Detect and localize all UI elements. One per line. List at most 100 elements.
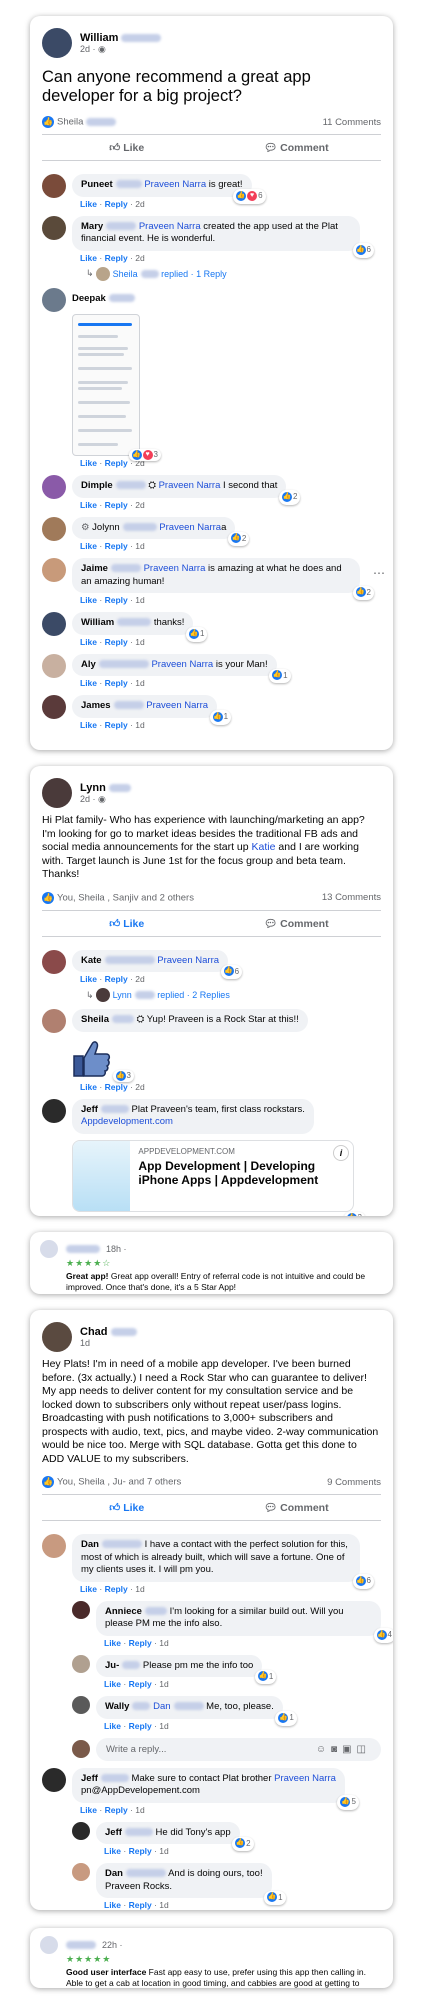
reaction-count[interactable]: 👍 4 xyxy=(373,1628,393,1643)
comment-like-link[interactable]: Like xyxy=(104,1638,121,1648)
comment-reply-link[interactable]: Reply xyxy=(105,974,128,984)
info-icon[interactable]: i xyxy=(333,1144,349,1161)
reaction-count[interactable]: 👍 ♥ 6 xyxy=(233,189,266,204)
reaction-count[interactable]: 👍 1 xyxy=(264,1890,286,1905)
avatar[interactable] xyxy=(42,28,72,58)
avatar[interactable] xyxy=(72,1821,90,1840)
comment-reply-link[interactable]: Reply xyxy=(105,1805,128,1815)
avatar[interactable] xyxy=(42,1098,66,1123)
like-button[interactable]: 👍︎ Like xyxy=(42,1495,212,1520)
comment-like-link[interactable]: Like xyxy=(80,458,97,468)
comment-reply-link[interactable]: Reply xyxy=(105,595,128,605)
comment-like-link[interactable]: Like xyxy=(80,253,97,263)
avatar[interactable] xyxy=(42,653,66,678)
comment-like-link[interactable]: Like xyxy=(80,720,97,730)
comment-like-link[interactable]: Like xyxy=(80,637,97,647)
reaction-count[interactable]: 👍 1 xyxy=(254,1669,277,1684)
reaction-summary[interactable]: 👍 You, Sheila , Sanjiv and 2 others xyxy=(42,891,194,904)
reaction-count[interactable]: 👍2 xyxy=(343,1211,365,1216)
reaction-count[interactable]: 👍2 xyxy=(278,490,301,505)
avatar[interactable] xyxy=(72,1863,90,1881)
reaction-count[interactable]: 👍 3 xyxy=(112,1069,134,1082)
link-text[interactable]: Appdevelopment.com xyxy=(81,1116,173,1127)
comment-button[interactable]: 💬︎ Comment xyxy=(212,1495,382,1520)
reaction-count[interactable]: 👍 1 xyxy=(269,668,291,683)
avatar[interactable] xyxy=(42,949,66,974)
comment-reply-link[interactable]: Reply xyxy=(129,1679,152,1689)
avatar[interactable] xyxy=(72,1696,90,1714)
comment-reply-link[interactable]: Reply xyxy=(129,1638,152,1648)
like-button[interactable]: 👍︎ Like xyxy=(42,135,212,160)
reply-input[interactable]: Write a reply... ☺◙▣◫ xyxy=(96,1737,381,1761)
post-author[interactable]: Lynn xyxy=(80,782,131,794)
avatar[interactable] xyxy=(42,215,66,240)
reaction-count[interactable]: 👍 1 xyxy=(186,627,208,642)
reaction-count[interactable]: 👍 6 xyxy=(352,243,374,258)
post-author[interactable]: William xyxy=(80,32,162,44)
reaction-count[interactable]: 👍 6 xyxy=(352,1574,374,1589)
post-author[interactable]: Chad xyxy=(80,1326,137,1338)
comment-button[interactable]: 💬︎ Comment xyxy=(212,135,382,160)
gif-icon[interactable]: ▣ xyxy=(342,1744,356,1755)
avatar[interactable] xyxy=(42,1534,66,1558)
avatar[interactable] xyxy=(42,1322,72,1352)
reaction-count[interactable]: 👍 6 xyxy=(220,964,243,979)
comment-reply-link[interactable]: Reply xyxy=(105,199,128,209)
comment-reply-link[interactable]: Reply xyxy=(129,1721,152,1731)
comment-like-link[interactable]: Like xyxy=(80,1805,97,1815)
reaction-count[interactable]: 👍 5 xyxy=(337,1795,359,1810)
comment-reply-link[interactable]: Reply xyxy=(105,541,128,551)
reaction-count[interactable]: 👍2 xyxy=(232,1836,254,1851)
comment-reply-link[interactable]: Reply xyxy=(129,1846,152,1856)
comment-reply-link[interactable]: Reply xyxy=(105,1214,128,1217)
avatar[interactable] xyxy=(42,558,66,582)
avatar[interactable] xyxy=(42,287,66,312)
avatar[interactable] xyxy=(42,778,72,808)
reaction-summary[interactable]: 👍 You, Sheila , Ju- and 7 others xyxy=(42,1476,181,1488)
comment-like-link[interactable]: Like xyxy=(104,1846,121,1856)
reaction-count[interactable]: 👍2 xyxy=(227,531,250,546)
comment-like-link[interactable]: Like xyxy=(80,500,97,510)
avatar[interactable] xyxy=(42,174,66,198)
reaction-count[interactable]: 👍2 xyxy=(352,585,374,600)
avatar[interactable] xyxy=(72,1654,90,1673)
comment-reply-link[interactable]: Reply xyxy=(105,1082,128,1092)
comment-like-link[interactable]: Like xyxy=(80,678,97,688)
view-replies-link[interactable]: ↳ Sheila replied · 1 Reply xyxy=(86,266,381,281)
comment-reply-link[interactable]: Reply xyxy=(105,458,128,468)
avatar[interactable] xyxy=(42,475,66,499)
screenshot-image[interactable]: 👍 ♥ 3 xyxy=(72,314,161,461)
comment-reply-link[interactable]: Reply xyxy=(105,500,128,510)
comment-like-link[interactable]: Like xyxy=(80,1214,97,1217)
sticker-icon[interactable]: ◫ xyxy=(357,1744,371,1755)
avatar[interactable] xyxy=(42,1009,66,1033)
comment-reply-link[interactable]: Reply xyxy=(105,1584,128,1594)
avatar[interactable] xyxy=(42,695,66,719)
reaction-count[interactable]: 👍 1 xyxy=(209,710,232,725)
emoji-icon[interactable]: ☺ xyxy=(316,1744,331,1755)
avatar[interactable] xyxy=(42,516,66,541)
comment-like-link[interactable]: Like xyxy=(80,974,97,984)
comment-reply-link[interactable]: Reply xyxy=(105,253,128,263)
comment-like-link[interactable]: Like xyxy=(80,1082,97,1092)
avatar[interactable] xyxy=(42,1767,66,1792)
comment-like-link[interactable]: Like xyxy=(80,595,97,605)
comment-reply-link[interactable]: Reply xyxy=(129,1900,152,1910)
more-options-icon[interactable]: ⋯ xyxy=(373,566,385,580)
comment-like-link[interactable]: Like xyxy=(104,1721,121,1731)
avatar[interactable] xyxy=(72,1600,90,1619)
comment-reply-link[interactable]: Reply xyxy=(105,720,128,730)
camera-icon[interactable]: ◙ xyxy=(331,1744,342,1755)
comment-count[interactable]: 9 Comments xyxy=(327,1477,381,1488)
comment-reply-link[interactable]: Reply xyxy=(105,637,128,647)
avatar[interactable] xyxy=(42,612,66,636)
comment-like-link[interactable]: Like xyxy=(104,1900,121,1910)
comment-count[interactable]: 13 Comments xyxy=(322,892,381,903)
like-button[interactable]: 👍︎ Like xyxy=(42,911,212,936)
comment-button[interactable]: 💬︎ Comment xyxy=(212,911,382,936)
comment-count[interactable]: 11 Comments xyxy=(323,117,381,128)
comment-like-link[interactable]: Like xyxy=(80,1584,97,1594)
reaction-summary[interactable]: 👍 Sheila xyxy=(42,116,117,128)
comment-reply-link[interactable]: Reply xyxy=(105,678,128,688)
comment-like-link[interactable]: Like xyxy=(80,541,97,551)
